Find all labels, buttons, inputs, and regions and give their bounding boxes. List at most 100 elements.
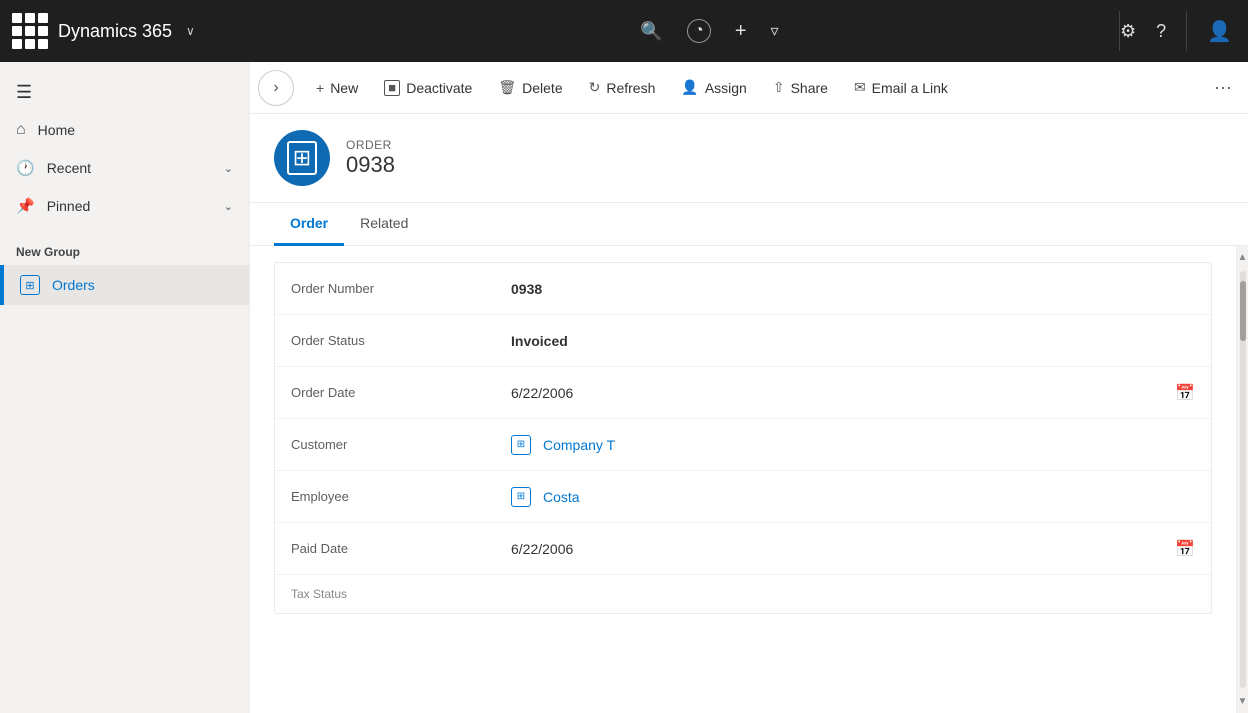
more-commands-button[interactable]: ··· <box>1206 77 1240 98</box>
form-row-order-status: Order Status Invoiced <box>275 315 1211 367</box>
customer-value[interactable]: ⊞ Company T <box>495 423 1211 467</box>
email-link-label: Email a Link <box>872 80 948 96</box>
home-icon: ⌂ <box>16 121 26 139</box>
waffle-menu[interactable] <box>12 13 48 49</box>
sidebar-item-home[interactable]: ⌂ Home <box>0 111 249 149</box>
back-icon: › <box>273 79 278 97</box>
new-label: New <box>330 80 358 96</box>
new-item-icon[interactable]: + <box>735 20 747 43</box>
form-row-order-number: Order Number 0938 <box>275 263 1211 315</box>
right-scrollbar: ▲ ▼ <box>1236 246 1248 713</box>
sidebar-header: ☰ <box>0 62 249 111</box>
scroll-track <box>1240 271 1246 688</box>
new-button[interactable]: + New <box>304 74 370 102</box>
deactivate-label: Deactivate <box>406 80 472 96</box>
sidebar-item-pinned[interactable]: 📌 Pinned ⌄ <box>0 187 249 225</box>
top-navigation: Dynamics 365 ∨ 🔍 ◔ + ▿ ⚙ ? 👤 <box>0 0 1248 62</box>
tax-status-value[interactable] <box>495 582 1211 606</box>
new-icon: + <box>316 80 324 96</box>
assign-button[interactable]: 👤 Assign <box>669 73 758 102</box>
recent-activity-icon[interactable]: ◔ <box>687 19 711 43</box>
customer-label: Customer <box>275 425 495 464</box>
refresh-label: Refresh <box>606 80 655 96</box>
tabs-bar: Order Related <box>250 203 1248 246</box>
form-row-customer: Customer ⊞ Company T <box>275 419 1211 471</box>
customer-name: Company T <box>543 437 615 453</box>
email-link-icon: ✉ <box>854 79 866 96</box>
order-status-value: Invoiced <box>495 321 1211 361</box>
main-layout: ☰ ⌂ Home 🕐 Recent ⌄ 📌 Pinned ⌄ New Group… <box>0 62 1248 713</box>
record-name: 0938 <box>346 152 395 178</box>
delete-label: Delete <box>522 80 562 96</box>
settings-icon[interactable]: ⚙ <box>1120 21 1136 42</box>
user-profile-icon[interactable]: 👤 <box>1207 19 1232 44</box>
scroll-thumb[interactable] <box>1240 281 1246 341</box>
app-title-chevron[interactable]: ∨ <box>186 24 195 38</box>
sidebar-group-label: New Group <box>0 225 249 265</box>
employee-name: Costa <box>543 489 580 505</box>
scroll-down-arrow[interactable]: ▼ <box>1234 692 1248 711</box>
paid-date-calendar-icon[interactable]: 📅 <box>1175 539 1211 559</box>
form-scroll-area: Order Number 0938 Order Status Invoiced … <box>250 246 1236 713</box>
search-icon[interactable]: 🔍 <box>640 21 662 42</box>
delete-icon: 🗑 <box>498 79 516 96</box>
app-title[interactable]: Dynamics 365 <box>58 21 172 42</box>
form-section: Order Number 0938 Order Status Invoiced … <box>274 262 1212 614</box>
scroll-up-arrow[interactable]: ▲ <box>1234 248 1248 267</box>
email-link-button[interactable]: ✉ Email a Link <box>842 73 960 102</box>
top-nav-center: 🔍 ◔ + ▿ <box>300 19 1119 43</box>
app-logo-area: Dynamics 365 ∨ <box>0 13 300 49</box>
employee-entity-icon: ⊞ <box>511 487 531 507</box>
record-avatar: ⊞ <box>274 130 330 186</box>
employee-label: Employee <box>275 477 495 516</box>
tab-related[interactable]: Related <box>344 203 424 246</box>
refresh-button[interactable]: ↻ Refresh <box>577 73 668 102</box>
recent-icon: 🕐 <box>16 159 35 177</box>
sidebar-item-recent[interactable]: 🕐 Recent ⌄ <box>0 149 249 187</box>
pinned-chevron-icon: ⌄ <box>224 200 233 213</box>
filter-icon[interactable]: ▿ <box>771 21 779 41</box>
tax-status-label: Tax Status <box>275 575 495 613</box>
form-row-employee: Employee ⊞ Costa <box>275 471 1211 523</box>
sidebar-recent-label: Recent <box>47 160 91 176</box>
assign-icon: 👤 <box>681 79 698 96</box>
tab-order[interactable]: Order <box>274 203 344 246</box>
record-header: ⊞ ORDER 0938 <box>250 114 1248 203</box>
share-button[interactable]: ⇧ Share <box>761 73 840 102</box>
record-avatar-icon: ⊞ <box>287 141 317 175</box>
assign-label: Assign <box>705 80 747 96</box>
order-date-value[interactable]: 6/22/2006 <box>495 373 1175 413</box>
sidebar-pinned-label: Pinned <box>47 198 91 214</box>
pinned-icon: 📌 <box>16 197 35 215</box>
deactivate-icon: ■ <box>384 80 400 96</box>
share-label: Share <box>791 80 828 96</box>
order-date-label: Order Date <box>275 373 495 412</box>
nav-divider-2 <box>1186 11 1187 51</box>
sidebar-orders-label: Orders <box>52 277 95 293</box>
help-icon[interactable]: ? <box>1156 21 1166 42</box>
order-number-label: Order Number <box>275 269 495 308</box>
share-icon: ⇧ <box>773 79 785 96</box>
paid-date-label: Paid Date <box>275 529 495 568</box>
deactivate-button[interactable]: ■ Deactivate <box>372 74 484 102</box>
paid-date-value[interactable]: 6/22/2006 <box>495 529 1175 569</box>
tab-order-label: Order <box>290 215 328 231</box>
top-nav-right: ⚙ ? 👤 <box>1120 11 1248 51</box>
order-date-calendar-icon[interactable]: 📅 <box>1175 383 1211 403</box>
form-row-order-date: Order Date 6/22/2006 📅 <box>275 367 1211 419</box>
sidebar-item-orders[interactable]: ⊞ Orders <box>0 265 249 305</box>
hamburger-menu[interactable]: ☰ <box>16 82 32 103</box>
sidebar: ☰ ⌂ Home 🕐 Recent ⌄ 📌 Pinned ⌄ New Group… <box>0 62 250 713</box>
orders-icon: ⊞ <box>20 275 40 295</box>
back-button[interactable]: › <box>258 70 294 106</box>
content-area: › + New ■ Deactivate 🗑 Delete ↻ Refresh … <box>250 62 1248 713</box>
employee-value[interactable]: ⊞ Costa <box>495 475 1211 519</box>
refresh-icon: ↻ <box>589 79 601 96</box>
customer-entity-icon: ⊞ <box>511 435 531 455</box>
delete-button[interactable]: 🗑 Delete <box>486 73 574 102</box>
recent-chevron-icon: ⌄ <box>224 162 233 175</box>
command-bar: › + New ■ Deactivate 🗑 Delete ↻ Refresh … <box>250 62 1248 114</box>
sidebar-home-label: Home <box>38 122 75 138</box>
form-row-tax-status: Tax Status <box>275 575 1211 613</box>
tab-related-label: Related <box>360 215 408 231</box>
